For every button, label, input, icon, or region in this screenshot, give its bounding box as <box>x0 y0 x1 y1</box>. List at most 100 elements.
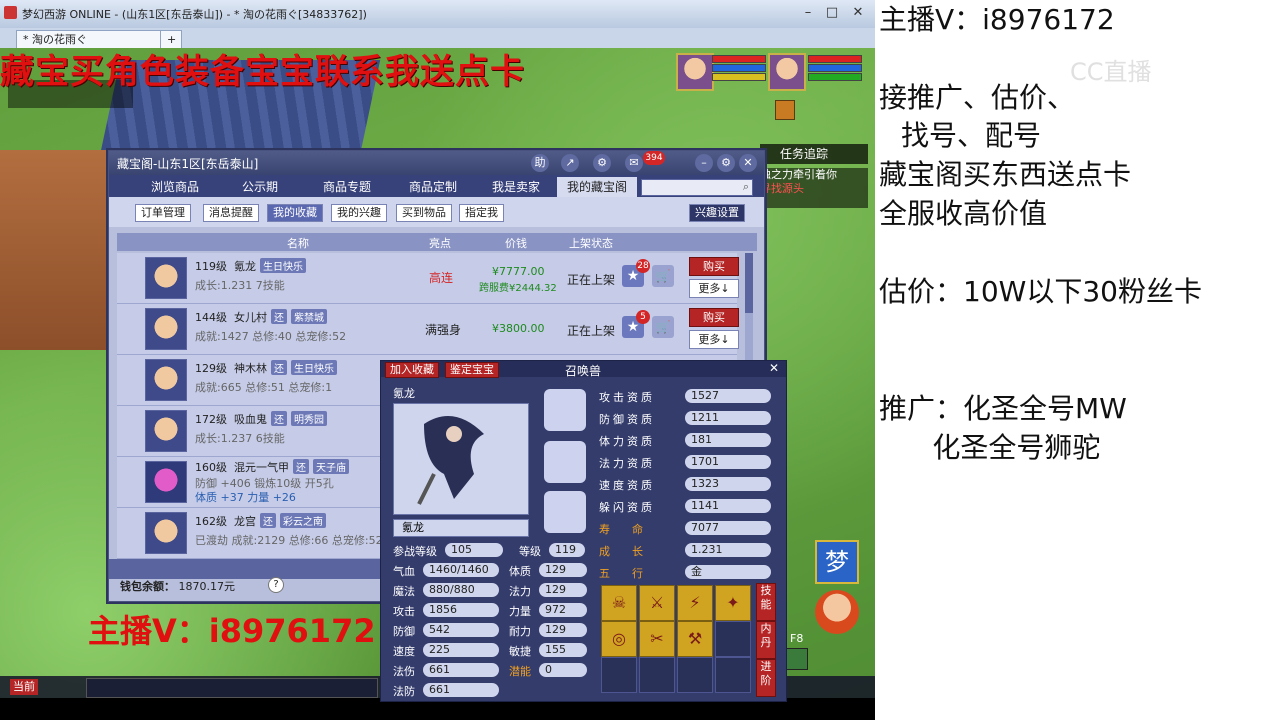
dream-icon[interactable]: 梦 <box>815 540 859 584</box>
equip-slot-1[interactable] <box>544 389 586 431</box>
col-status: 上架状态 <box>569 237 613 250</box>
tab-seller[interactable]: 我是卖家 <box>475 177 557 197</box>
close-icon[interactable]: ✕ <box>739 154 757 172</box>
message-icon[interactable]: ✉ <box>625 154 643 172</box>
potential-label: 潜能 <box>509 665 531 678</box>
settings-icon[interactable]: ⚙ <box>593 154 611 172</box>
item-sub: 已渡劫 成就:2129 总修:66 总宠修:52 <box>195 534 383 547</box>
more-button[interactable]: 更多↓ <box>689 330 739 349</box>
stat-value: 129 <box>539 623 587 637</box>
equip-slot-3[interactable] <box>544 491 586 533</box>
item-price: ¥3800.00 <box>492 322 545 335</box>
col-name: 名称 <box>287 237 309 250</box>
skill-icon-7[interactable]: ⚒ <box>677 621 713 657</box>
chat-input[interactable] <box>86 678 378 698</box>
pet-header: 加入收藏 鉴定宝宝 召唤兽 ✕ <box>381 361 786 378</box>
pet-portrait[interactable] <box>768 53 806 91</box>
skill-icon-5[interactable]: ◎ <box>601 621 637 657</box>
aptitude-label: 速度资质 <box>599 479 655 492</box>
subtab-orders[interactable]: 订单管理 <box>135 204 191 222</box>
stat-value: 225 <box>423 643 499 657</box>
maximize-button[interactable]: □ <box>822 4 842 22</box>
stat-value: 129 <box>539 583 587 597</box>
equip-slot-2[interactable] <box>544 441 586 483</box>
item-name: 龙宫 <box>234 515 256 528</box>
task-track-panel[interactable]: 任务追踪 <box>760 144 868 164</box>
col-price: 价钱 <box>505 237 527 250</box>
item-sub: 成长:1.237 6技能 <box>195 432 285 445</box>
aptitude-row: 体力资质 181 <box>599 433 779 455</box>
aptitude-value: 1527 <box>685 389 771 403</box>
item-avatar <box>145 308 187 350</box>
tab-bar: * 淘の花雨ぐ + <box>0 28 875 48</box>
fav-count-badge: 5 <box>636 310 650 324</box>
subtab-favorites[interactable]: 我的收藏 <box>267 204 323 222</box>
skill-icon-4[interactable]: ✦ <box>715 585 751 621</box>
cart-icon[interactable]: 🛒 <box>652 316 674 338</box>
interest-settings-button[interactable]: 兴趣设置 <box>689 204 745 222</box>
item-level: 144级 <box>195 311 227 324</box>
subtab-bought[interactable]: 买到物品 <box>396 204 452 222</box>
stat-label: 法伤 <box>393 665 415 678</box>
mp-bar <box>712 64 766 72</box>
stat-row: 法伤 661 <box>393 663 503 683</box>
tab-browse[interactable]: 浏览商品 <box>129 177 221 197</box>
search-icon[interactable]: ⌕ <box>743 180 749 194</box>
skill-icon-2[interactable]: ⚔ <box>639 585 675 621</box>
subtab-assigned[interactable]: 指定我 <box>459 204 504 222</box>
aptitude-label: 攻击资质 <box>599 391 655 404</box>
table-row[interactable]: 144级 女儿村还紫禁城 成就:1427 总修:40 总宠修:52 满强身 ¥3… <box>117 304 739 355</box>
nav-tabs: 浏览商品 公示期 商品专题 商品定制 我是卖家 我的藏宝阁 ⌕ <box>109 175 764 197</box>
buy-button[interactable]: 购买 <box>689 308 739 327</box>
help-icon[interactable]: ? <box>268 577 284 593</box>
scrollbar-thumb[interactable] <box>745 253 753 313</box>
search-input[interactable]: ⌕ <box>641 179 753 196</box>
item-title: 160级 混元一气甲还天子庙 <box>195 459 349 475</box>
minimize-icon[interactable]: – <box>695 154 713 172</box>
item-name: 女儿村 <box>234 311 267 324</box>
player-portrait[interactable] <box>676 53 714 91</box>
advance-tab[interactable]: 进阶 <box>756 659 776 697</box>
aptitude-row: 成 长 1.231 <box>599 543 779 565</box>
server-tag: 紫禁城 <box>291 309 327 324</box>
tab-my-cangbao[interactable]: 我的藏宝阁 <box>557 177 637 197</box>
buy-button[interactable]: 购买 <box>689 257 739 276</box>
more-button[interactable]: 更多↓ <box>689 279 739 298</box>
skill-icon-6[interactable]: ✂ <box>639 621 675 657</box>
minimize-button[interactable]: – <box>798 4 818 22</box>
share-icon[interactable]: ↗ <box>561 154 579 172</box>
skill-icon-1[interactable]: ☠ <box>601 585 637 621</box>
buff-icon[interactable] <box>775 100 795 120</box>
chat-channel-button[interactable]: 当前 <box>10 679 38 695</box>
house-wall <box>0 150 110 350</box>
cart-icon[interactable]: 🛒 <box>652 265 674 287</box>
inner-dan-tab[interactable]: 内丹 <box>756 621 776 659</box>
hp-bar <box>712 55 766 63</box>
item-status: 正在上架 <box>567 273 616 287</box>
subtab-interests[interactable]: 我的兴趣 <box>331 204 387 222</box>
map-button[interactable] <box>786 648 808 670</box>
stat-label: 力量 <box>509 605 531 618</box>
table-row[interactable]: 119级 氪龙 生日快乐 成长:1.231 7技能 高连 ¥7777.00 跨服费… <box>117 253 739 304</box>
close-icon[interactable]: ✕ <box>769 361 779 375</box>
tab-custom[interactable]: 商品定制 <box>391 177 475 197</box>
skill-icon-3[interactable]: ⚡ <box>677 585 713 621</box>
item-avatar <box>145 257 187 299</box>
wallet-label: 钱包余额： <box>120 580 175 593</box>
add-favorite-button[interactable]: 加入收藏 <box>385 362 439 378</box>
skills-tab[interactable]: 技能 <box>756 583 776 621</box>
stats-left: 气血 1460/1460 魔法 880/880 攻击 1856 防御 542 速度 225… <box>393 563 503 703</box>
item-avatar <box>145 461 187 503</box>
game-viewport[interactable]: 梦幻西游 ONLINE - (山东1区[东岳泰山]) - * 淘の花雨ぐ[348… <box>0 0 875 720</box>
helper-avatar[interactable] <box>815 590 859 634</box>
close-button[interactable]: ✕ <box>848 4 868 22</box>
gear-icon[interactable]: ⚙ <box>717 154 735 172</box>
subtab-notify[interactable]: 消息提醒 <box>203 204 259 222</box>
tab-special[interactable]: 商品专题 <box>305 177 389 197</box>
tab-public[interactable]: 公示期 <box>221 177 299 197</box>
tab-character[interactable]: * 淘の花雨ぐ <box>16 30 162 48</box>
identify-pet-button[interactable]: 鉴定宝宝 <box>445 362 499 378</box>
item-avatar <box>145 359 187 401</box>
new-tab-button[interactable]: + <box>160 30 182 48</box>
help-icon[interactable]: 助 <box>531 154 549 172</box>
